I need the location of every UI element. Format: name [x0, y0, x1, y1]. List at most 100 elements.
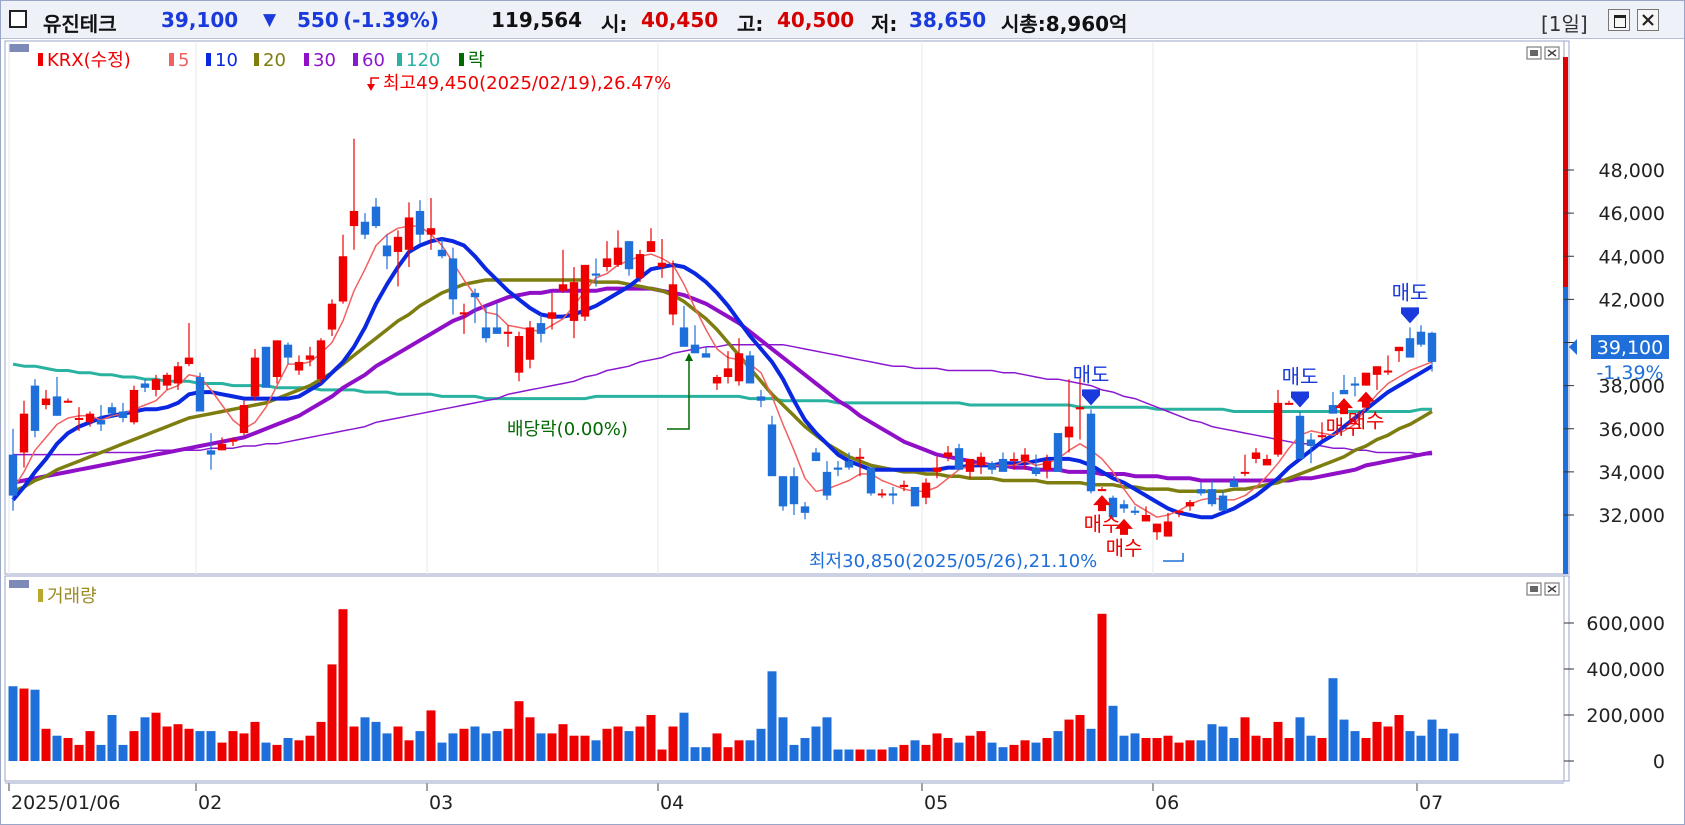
- chart-window: 유진테크 39,100 ▼ 550 (-1.39%) 119,564 시: 40…: [0, 0, 1685, 825]
- candle-body: [569, 282, 579, 321]
- candle-body: [239, 405, 249, 434]
- price-tick-label: 48,000: [1599, 160, 1665, 182]
- candle-body: [833, 467, 843, 470]
- candle-body: [1196, 489, 1206, 494]
- volume-bar: [1207, 724, 1217, 761]
- volume-bar: [195, 731, 205, 761]
- volume-bar: [250, 721, 260, 761]
- x-tick-label: 07: [1419, 792, 1443, 814]
- legend-swatch: [254, 53, 259, 66]
- x-tick-label: 05: [924, 792, 948, 814]
- volume-bar: [217, 742, 227, 761]
- volume-bar: [393, 726, 403, 761]
- volume-bar: [437, 742, 447, 761]
- maximize-button[interactable]: [1608, 9, 1630, 31]
- candle-body: [1339, 389, 1349, 395]
- current-price: 39,100: [161, 8, 239, 32]
- legend-swatch: [353, 53, 358, 66]
- candle-body: [547, 312, 557, 319]
- candle-body: [800, 506, 810, 513]
- candle-body: [811, 452, 821, 462]
- candle-body: [1394, 346, 1404, 352]
- candle-body: [85, 413, 95, 423]
- volume-bar: [1119, 735, 1129, 761]
- volume-bar: [888, 747, 898, 761]
- volume-pane-icon[interactable]: [9, 580, 29, 588]
- select-checkbox[interactable]: [9, 10, 27, 28]
- volume-bar: [1152, 738, 1162, 761]
- market-cap: 시총:8,960억: [1001, 12, 1128, 36]
- close-button[interactable]: [1637, 9, 1659, 31]
- volume-bar: [789, 744, 799, 761]
- volume-bar: [85, 731, 95, 761]
- candle-body: [855, 456, 865, 459]
- candle-body: [1174, 510, 1184, 513]
- buy-signal-label: 매수: [1084, 512, 1121, 536]
- legend-swatch: [206, 53, 211, 66]
- candle-body: [74, 417, 84, 420]
- candle-body: [965, 458, 975, 472]
- candle-body: [591, 273, 601, 276]
- volume-bar: [932, 733, 942, 761]
- candle-body: [393, 236, 403, 252]
- stock-name[interactable]: 유진테크: [43, 8, 117, 37]
- candle-body: [327, 303, 337, 330]
- volume-pane: 거래량 600,000 400,000 200,000 0: [4, 575, 1665, 782]
- volume-bar: [558, 724, 568, 761]
- legend-label: KRX(수정): [47, 50, 131, 71]
- volume-bar: [1240, 717, 1250, 761]
- candle-body: [448, 258, 458, 300]
- volume-bar: [338, 609, 348, 761]
- candle-body: [459, 312, 469, 315]
- legend-label: 5: [178, 50, 189, 71]
- price-pane-icon[interactable]: [9, 44, 29, 52]
- candle-body: [1031, 467, 1041, 475]
- candle-body: [184, 357, 194, 365]
- volume-bar: [547, 733, 557, 761]
- volume-bar: [96, 744, 106, 761]
- candle-body: [305, 355, 315, 360]
- volume-bar: [206, 731, 216, 761]
- volume-bar: [1163, 735, 1173, 761]
- candle-body: [19, 413, 29, 453]
- candle-body: [162, 374, 172, 386]
- volume-bar: [349, 726, 359, 761]
- volume-bar: [404, 740, 414, 761]
- candle-body: [877, 493, 887, 496]
- candle-body: [844, 461, 854, 468]
- title-bar: 유진테크 39,100 ▼ 550 (-1.39%) 119,564 시: 40…: [1, 1, 1684, 39]
- volume-bar: [965, 735, 975, 761]
- candle-body: [1240, 471, 1250, 474]
- volume-bar: [580, 735, 590, 761]
- price-pane-restore-icon: [1530, 50, 1538, 56]
- candle-body: [96, 420, 106, 425]
- price-change: 550: [297, 8, 339, 32]
- candle-body: [778, 476, 788, 507]
- volume-bar: [1009, 744, 1019, 761]
- candle-body: [107, 407, 117, 414]
- high-label: 고:: [737, 12, 764, 36]
- candle-body: [1306, 439, 1316, 446]
- x-tick-label: 03: [429, 792, 453, 814]
- volume-bar: [173, 724, 183, 761]
- candle-body: [437, 249, 447, 257]
- volume-bar: [151, 712, 161, 761]
- candle-body: [316, 340, 326, 380]
- volume-bar: [1262, 738, 1272, 761]
- candle-body: [954, 448, 964, 470]
- candle-body: [261, 346, 271, 388]
- period-label[interactable]: [1일]: [1541, 8, 1588, 37]
- candle-body: [1097, 489, 1107, 492]
- candle-body: [1185, 502, 1195, 507]
- volume-bar: [19, 688, 29, 761]
- volume-bar: [756, 728, 766, 761]
- volume-bar: [1141, 738, 1151, 761]
- volume-bar: [294, 740, 304, 761]
- volume-bar: [1185, 740, 1195, 761]
- volume-bar: [1229, 738, 1239, 761]
- volume-pane-restore-icon: [1530, 586, 1538, 592]
- candle-body: [712, 377, 722, 384]
- price-range-bar-up: [1563, 57, 1568, 287]
- candle-body: [998, 458, 1008, 472]
- volume-bar: [448, 733, 458, 761]
